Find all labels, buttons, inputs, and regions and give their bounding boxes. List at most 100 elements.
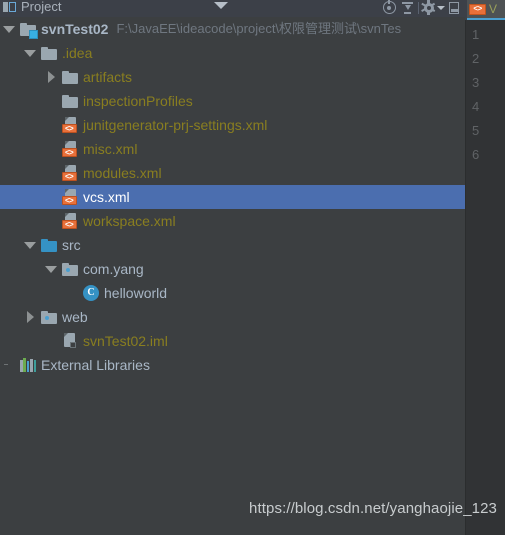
tree-row-icon: <> [60,161,80,185]
tree-row-artifacts[interactable]: artifacts [0,65,465,89]
tree-row-web[interactable]: web [0,305,465,329]
module-folder-icon [20,22,38,39]
tree-handle[interactable] [21,233,39,257]
view-options-chevron-button[interactable] [210,0,232,16]
xml-file-icon: <> [61,140,79,158]
tree-handle[interactable] [0,17,18,41]
tree-row-workspace.xml[interactable]: <> workspace.xml [0,209,465,233]
tool-window-title: Project [21,0,62,14]
tree-row-label: svnTest02.iml [83,333,168,349]
expand-toggle-icon [24,49,36,57]
project-window-icon [3,1,16,13]
tree-handle[interactable] [42,113,60,137]
tree-row-label: junitgenerator-prj-settings.xml [83,117,268,133]
line-number: 3 [472,75,480,90]
tree-row-junitgenerator-prj-settings.xml[interactable]: <> junitgenerator-prj-settings.xml [0,113,465,137]
expand-toggle-icon [3,25,15,33]
tree-row-icon [60,329,80,353]
line-number: 5 [472,123,480,138]
expand-toggle-icon [24,241,36,249]
tree-row-label: misc.xml [83,141,138,157]
tree-row-modules.xml[interactable]: <> modules.xml [0,161,465,185]
tree-row-label: svnTest02 [41,21,109,37]
libraries-icon [20,358,37,372]
tree-row-label: External Libraries [41,357,150,373]
tree-dash [4,364,8,365]
tree-handle[interactable] [42,161,60,185]
chevron-down-icon-small [436,5,445,10]
tree-row-icon: C [81,281,101,305]
tree-row-icon [39,41,59,65]
tool-window-header: Project [0,0,465,17]
tree-handle[interactable] [42,257,60,281]
select-opened-file-button[interactable] [380,0,398,16]
hide-window-button[interactable] [445,0,463,16]
line-number: 4 [472,99,480,114]
expand-toggle-icon [45,265,57,273]
tree-row-svntest02[interactable]: svnTest02 F:\JavaEE\ideacode\project\权限管理… [0,17,465,41]
tree-row-icon [60,89,80,113]
tree-row-icon: <> [60,113,80,137]
settings-button[interactable] [421,0,445,16]
iml-file-icon [62,333,78,349]
tree-handle[interactable] [42,185,60,209]
tree-row-misc.xml[interactable]: <> misc.xml [0,137,465,161]
project-tree[interactable]: svnTest02 F:\JavaEE\ideacode\project\权限管理… [0,17,465,535]
editor-tab-vcs-xml[interactable]: <> V [467,0,505,20]
xml-file-icon: <> [469,3,486,15]
tree-row-path: F:\JavaEE\ideacode\project\权限管理测试\svnTes [116,21,402,36]
editor-strip: <> V 1 2 3 4 5 6 [465,0,505,535]
watermark-url: https://blog.csdn.net/yanghaojie_123 [249,500,497,517]
tree-row-vcs.xml[interactable]: <> vcs.xml [0,185,465,209]
tree-row-external-libraries[interactable]: External Libraries [0,353,465,377]
tree-row-label: inspectionProfiles [83,93,193,109]
ide-project-tool-window: Project <> V 1 2 3 4 5 6 svnTest02 F:\Ja… [0,0,505,535]
tree-handle[interactable] [42,89,60,113]
tree-row-icon [18,17,38,41]
tree-row-label: workspace.xml [83,213,176,229]
tree-handle[interactable] [42,65,60,89]
tree-row-src[interactable]: src [0,233,465,257]
xml-file-icon: <> [61,116,79,134]
tree-row-icon [39,233,59,257]
tree-handle[interactable] [0,353,18,377]
xml-file-icon: <> [61,212,79,230]
tree-handle[interactable] [21,41,39,65]
editor-tab-label: V [489,3,498,15]
tree-row-icon: <> [60,209,80,233]
collapse-all-icon [401,1,414,14]
xml-file-icon: <> [61,164,79,182]
tool-window-title-group[interactable]: Project [2,0,62,15]
tree-handle[interactable] [42,329,60,353]
tree-row-icon [60,65,80,89]
tree-row-svntest02.iml[interactable]: svnTest02.iml [0,329,465,353]
tree-row-label: web [62,309,88,325]
tree-handle[interactable] [21,305,39,329]
line-number: 6 [472,147,480,162]
tree-handle[interactable] [63,281,81,305]
tree-handle[interactable] [42,137,60,161]
tree-row-icon: <> [60,185,80,209]
source-folder-icon [41,238,57,252]
hide-window-icon [449,1,459,14]
tree-row-inspectionprofiles[interactable]: inspectionProfiles [0,89,465,113]
tree-row-com.yang[interactable]: com.yang [0,257,465,281]
collapse-all-button[interactable] [398,0,416,16]
tree-handle[interactable] [42,209,60,233]
tree-row-helloworld[interactable]: Chelloworld [0,281,465,305]
package-folder-icon [41,310,57,324]
tree-row-idea[interactable]: .idea [0,41,465,65]
